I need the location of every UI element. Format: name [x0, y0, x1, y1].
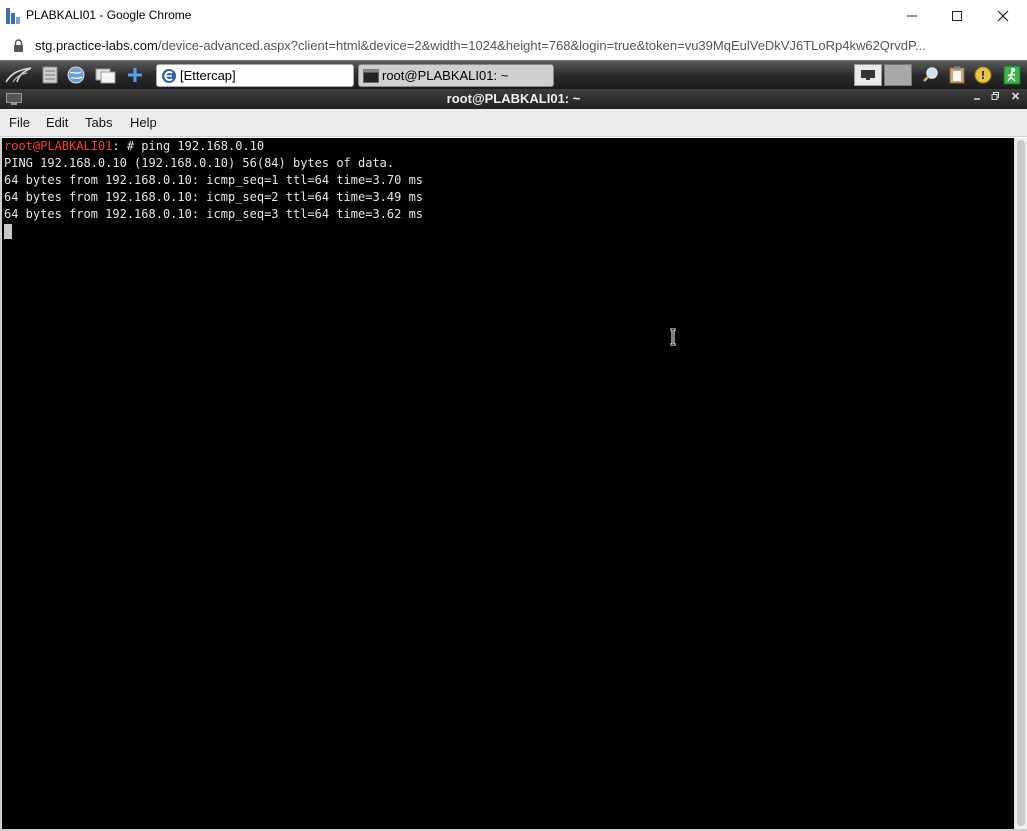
- ettercap-icon: [162, 68, 176, 83]
- workspace-1[interactable]: [854, 64, 882, 86]
- terminal-icon: [363, 68, 379, 83]
- close-icon: [997, 10, 1009, 22]
- minimize-icon: [974, 98, 980, 100]
- menu-file[interactable]: File: [9, 115, 30, 130]
- minimize-icon: [907, 15, 917, 17]
- updates-tray-button[interactable]: !: [972, 64, 994, 86]
- browser-titlebar[interactable]: PLABKALI01 - Google Chrome: [0, 0, 1027, 32]
- output-line: PING 192.168.0.10 (192.168.0.10) 56(84) …: [4, 156, 395, 170]
- screen: PLABKALI01 - Google Chrome stg.practice-…: [0, 0, 1027, 831]
- address-bar[interactable]: stg.practice-labs.com/device-advanced.as…: [0, 32, 1027, 58]
- plus-icon: [128, 68, 142, 82]
- terminal-window-title: root@PLABKALI01: ~: [446, 91, 581, 106]
- app-logo-icon: [6, 8, 20, 24]
- scrollbar-thumb[interactable]: [1017, 140, 1025, 826]
- terminal-scrollbar[interactable]: [1014, 138, 1027, 830]
- launcher-browser[interactable]: [64, 64, 88, 86]
- menu-help[interactable]: Help: [130, 115, 157, 130]
- show-desktop-icon: [95, 68, 116, 84]
- output-line: 64 bytes from 192.168.0.10: icmp_seq=2 t…: [4, 190, 424, 204]
- kali-menu-button[interactable]: [4, 64, 34, 86]
- prompt-command: : # ping 192.168.0.10: [112, 139, 265, 153]
- add-launcher-button[interactable]: [123, 64, 147, 86]
- search-tray-button[interactable]: [920, 64, 942, 86]
- maximize-button[interactable]: [934, 0, 980, 32]
- globe-icon: [67, 66, 85, 84]
- terminal-close-button[interactable]: [1008, 91, 1022, 104]
- clipboard-icon: [949, 66, 965, 84]
- output-line: 64 bytes from 192.168.0.10: icmp_seq=1 t…: [4, 173, 424, 187]
- close-icon: [1011, 92, 1019, 100]
- info-badge-icon: !: [974, 66, 992, 84]
- restore-icon: [991, 92, 999, 100]
- exit-icon: [1003, 65, 1021, 85]
- task-ettercap-label: [Ettercap]: [180, 68, 236, 83]
- close-button[interactable]: [980, 0, 1026, 32]
- browser-window-title: PLABKALI01 - Google Chrome: [26, 8, 192, 22]
- task-terminal-label: root@PLABKALI01: ~: [382, 68, 509, 83]
- task-ettercap[interactable]: [Ettercap]: [156, 64, 354, 87]
- file-manager-icon: [42, 66, 58, 84]
- workspace-2[interactable]: [884, 64, 912, 86]
- url-path: /device-advanced.aspx?client=html&device…: [157, 38, 926, 53]
- output-line: 64 bytes from 192.168.0.10: icmp_seq=3 t…: [4, 207, 424, 221]
- terminal-menubar: File Edit Tabs Help: [0, 109, 1027, 137]
- svg-text:!: !: [980, 69, 985, 82]
- task-terminal[interactable]: root@PLABKALI01: ~: [358, 64, 554, 87]
- prompt-line: root@PLABKALI01: # ping 192.168.0.10: [4, 138, 264, 155]
- ibeam-pointer-icon: [670, 328, 676, 346]
- launcher-files[interactable]: [38, 64, 62, 86]
- launcher-windows[interactable]: [94, 64, 118, 86]
- terminal-maximize-button[interactable]: [988, 91, 1002, 104]
- prompt-user: root@PLABKALI01: [4, 139, 113, 153]
- url-text[interactable]: stg.practice-labs.com/device-advanced.as…: [35, 38, 1010, 53]
- terminal-output[interactable]: root@PLABKALI01: # ping 192.168.0.10 PIN…: [2, 138, 1014, 830]
- maximize-icon: [952, 11, 962, 21]
- monitor-icon: [861, 70, 875, 80]
- terminal-titlebar[interactable]: root@PLABKALI01: ~: [0, 89, 1027, 109]
- menu-edit[interactable]: Edit: [46, 115, 68, 130]
- logout-tray-button[interactable]: [1000, 64, 1024, 86]
- text-cursor: [4, 224, 12, 239]
- desktop-panel: [Ettercap] root@PLABKALI01: ~ !: [0, 60, 1027, 89]
- terminal-minimize-button[interactable]: [970, 91, 984, 104]
- lock-icon: [14, 39, 23, 52]
- magnifier-icon: [923, 67, 938, 82]
- kali-dragon-icon: [5, 67, 32, 83]
- clipboard-tray-button[interactable]: [946, 64, 968, 86]
- url-host: stg.practice-labs.com: [35, 38, 158, 53]
- menu-tabs[interactable]: Tabs: [85, 115, 112, 130]
- minimize-button[interactable]: [889, 0, 935, 32]
